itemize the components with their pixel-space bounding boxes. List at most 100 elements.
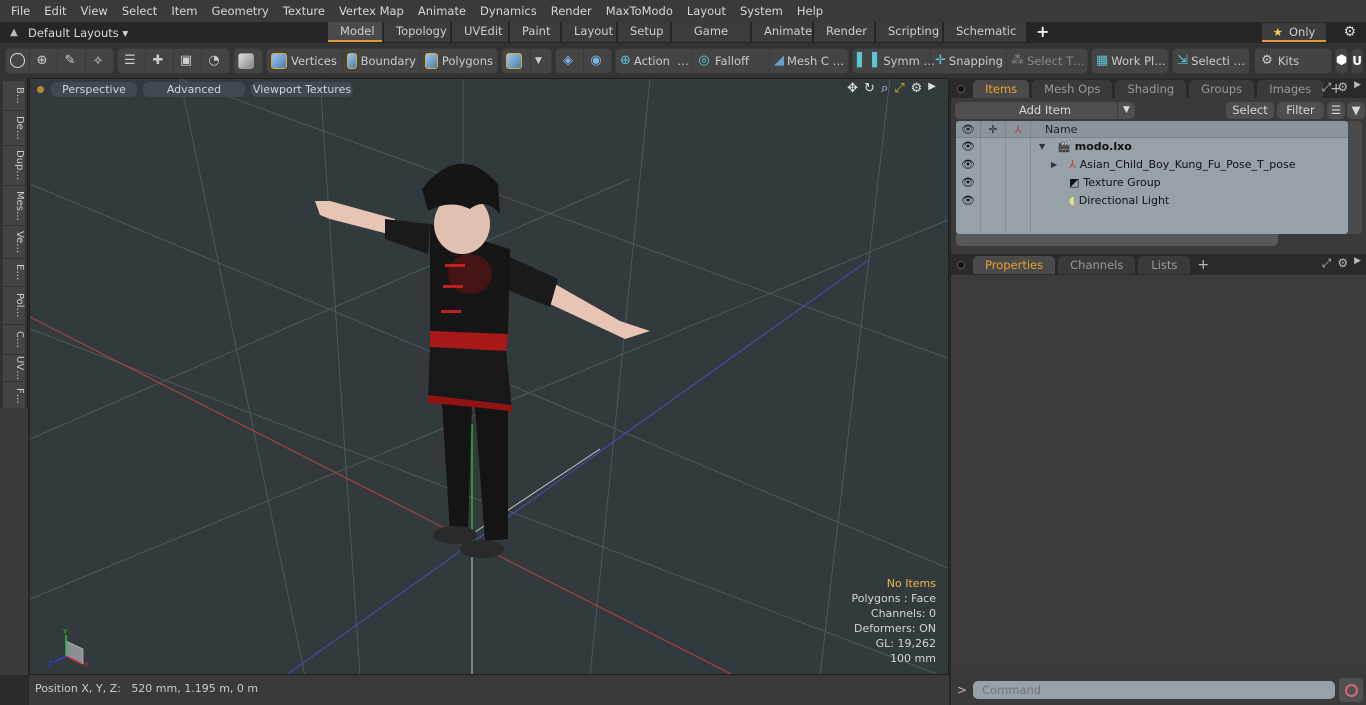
material-mode-button[interactable] (502, 47, 531, 74)
menu-system[interactable]: System (733, 0, 790, 22)
filter-button[interactable]: Filter (1277, 101, 1324, 119)
lasso-button[interactable]: ⟡ (86, 48, 113, 74)
eye-icon[interactable]: 👁 (956, 156, 981, 174)
tree-row-scene[interactable]: 👁 ▼ 🎬 modo.lxo (956, 138, 1348, 156)
menu-help[interactable]: Help (790, 0, 830, 22)
boundary-button[interactable]: Boundary (343, 47, 421, 74)
menu-view[interactable]: View (74, 0, 115, 22)
lock-cell[interactable] (981, 138, 1006, 156)
vtab-fusion[interactable]: F… (3, 382, 25, 410)
vtab-duplicate[interactable]: Dup… (3, 146, 25, 186)
tab-images[interactable]: Images (1257, 80, 1324, 98)
mesh-constraint-button[interactable]: ◢ Mesh C … (770, 48, 848, 74)
vtab-polygon[interactable]: Pol… (3, 287, 25, 325)
globe-button[interactable]: ⊕ (30, 47, 58, 74)
viewport-expand-arrow-icon[interactable]: ▶ (928, 81, 936, 96)
snapping-button[interactable]: ✛ Snapping (931, 47, 1007, 74)
tab-animate[interactable]: Animate (752, 22, 812, 42)
add-layout-tab-button[interactable]: + (1028, 22, 1057, 42)
tab-render[interactable]: Render (814, 22, 874, 42)
select-through-button[interactable]: ⁂ Select T… (1007, 48, 1087, 74)
cross-button[interactable]: ✚ (146, 47, 174, 74)
add-item-button[interactable]: Add Item ▼ (955, 101, 1135, 119)
properties-menu-dot[interactable] (957, 261, 965, 269)
tab-items[interactable]: Items (973, 80, 1030, 98)
expand-panel-icon[interactable]: ⤢ (1322, 256, 1332, 271)
menu-select[interactable]: Select (115, 0, 164, 22)
frame-button[interactable]: ▣ (174, 47, 202, 74)
vertices-button[interactable]: Vertices (267, 47, 343, 74)
menu-file[interactable]: File (4, 0, 37, 22)
falloff-button[interactable]: ◎ Falloff (692, 47, 770, 74)
pen-button[interactable]: ✎ (58, 47, 86, 74)
locator-column-icon[interactable]: ⅄ (1006, 121, 1031, 137)
eye-icon[interactable]: 👁 (956, 138, 981, 156)
lock-cell[interactable] (981, 192, 1006, 210)
viewport-gear-icon[interactable]: ⚙ (911, 81, 923, 96)
zoom-icon[interactable]: ⌕ (881, 81, 888, 96)
panel-arrow-icon[interactable]: ▶ (1354, 256, 1361, 271)
dial-button[interactable]: ◔ (202, 48, 229, 74)
tree-row-directional-light[interactable]: 👁 ◖ Directional Light (956, 192, 1348, 210)
expand-triangle-icon[interactable]: ▶ (1051, 156, 1069, 174)
vtab-basic[interactable]: B… (3, 81, 25, 111)
tree-row-mesh[interactable]: 👁 ▶ ⅄ Asian_Child_Boy_Kung_Fu_Pose_T_pos… (956, 156, 1348, 174)
vtab-vertex[interactable]: Ve… (3, 226, 25, 259)
select-circle-button[interactable] (6, 47, 30, 74)
add-properties-tab-button[interactable]: + (1193, 256, 1213, 274)
eye-icon[interactable]: 👁 (956, 192, 981, 210)
tab-lists[interactable]: Lists (1138, 256, 1191, 274)
3d-viewport[interactable]: Y X Z Perspective Advanced Viewport Text… (29, 78, 949, 675)
name-column-header[interactable]: Name (1031, 121, 1077, 137)
vtab-curve[interactable]: C… (3, 325, 25, 355)
lock-cell[interactable] (981, 156, 1006, 174)
tab-groups[interactable]: Groups (1189, 80, 1255, 98)
select-button[interactable]: Select (1226, 101, 1274, 119)
pan-icon[interactable]: ✥ (847, 81, 858, 96)
panel-gear-icon[interactable]: ⚙ (1337, 256, 1348, 271)
collapse-triangle-icon[interactable]: ▼ (1039, 138, 1057, 156)
tab-topology[interactable]: Topology (384, 22, 450, 42)
items-mode-button[interactable] (234, 48, 262, 74)
funnel-filter-icon[interactable]: ▼ (1347, 101, 1365, 119)
menu-layout[interactable]: Layout (680, 0, 733, 22)
menu-vertex-map[interactable]: Vertex Map (332, 0, 411, 22)
lock-cell[interactable] (981, 174, 1006, 192)
tab-channels[interactable]: Channels (1058, 256, 1136, 274)
symmetry-button[interactable]: ▌▐ Symm … (853, 47, 935, 74)
view-mode-dropdown[interactable]: Perspective (51, 81, 137, 97)
tab-paint[interactable]: Paint (510, 22, 560, 42)
command-input[interactable] (973, 681, 1335, 699)
vtab-uv[interactable]: UV… (3, 355, 25, 382)
maximize-icon[interactable]: ⤢ (894, 81, 904, 96)
action-center-button[interactable]: ⊕ Action … (616, 47, 692, 74)
menu-dynamics[interactable]: Dynamics (473, 0, 544, 22)
tab-properties[interactable]: Properties (973, 256, 1056, 274)
list-options-icon[interactable]: ☰ (1327, 101, 1345, 119)
menu-render[interactable]: Render (544, 0, 599, 22)
shading-mode-dropdown[interactable]: Advanced (143, 81, 245, 97)
menu-item[interactable]: Item (164, 0, 204, 22)
polygons-button[interactable]: Polygons (421, 48, 497, 74)
visibility-column-icon[interactable]: 👁 (956, 121, 981, 137)
add-item-dropdown-arrow-icon[interactable]: ▼ (1117, 101, 1135, 119)
menu-texture[interactable]: Texture (276, 0, 332, 22)
item-list-vertical-scrollbar[interactable] (1348, 121, 1362, 234)
unreal-button[interactable]: U (1351, 47, 1363, 74)
rotate-icon[interactable]: ↻ (864, 81, 875, 96)
selection-sets-button[interactable]: ⇲ Selecti … (1173, 48, 1249, 74)
lock-column-icon[interactable]: ✛ (981, 121, 1006, 137)
only-toggle[interactable]: ★ Only (1262, 23, 1326, 42)
panel-arrow-icon[interactable]: ▶ (1354, 80, 1361, 95)
collapse-arrow-icon[interactable]: ▲ (0, 27, 28, 38)
tab-setup[interactable]: Setup (618, 22, 670, 42)
menu-edit[interactable]: Edit (37, 0, 73, 22)
viewport-menu-dot[interactable] (37, 85, 44, 93)
tab-uvedit[interactable]: UVEdit (452, 22, 508, 42)
menu-animate[interactable]: Animate (411, 0, 473, 22)
gear-icon[interactable]: ⚙ (1343, 24, 1356, 40)
panel-menu-dot[interactable] (957, 85, 965, 93)
pivot-button[interactable]: ◈ (556, 47, 584, 74)
menu-geometry[interactable]: Geometry (205, 0, 276, 22)
tab-model[interactable]: Model (328, 22, 382, 42)
